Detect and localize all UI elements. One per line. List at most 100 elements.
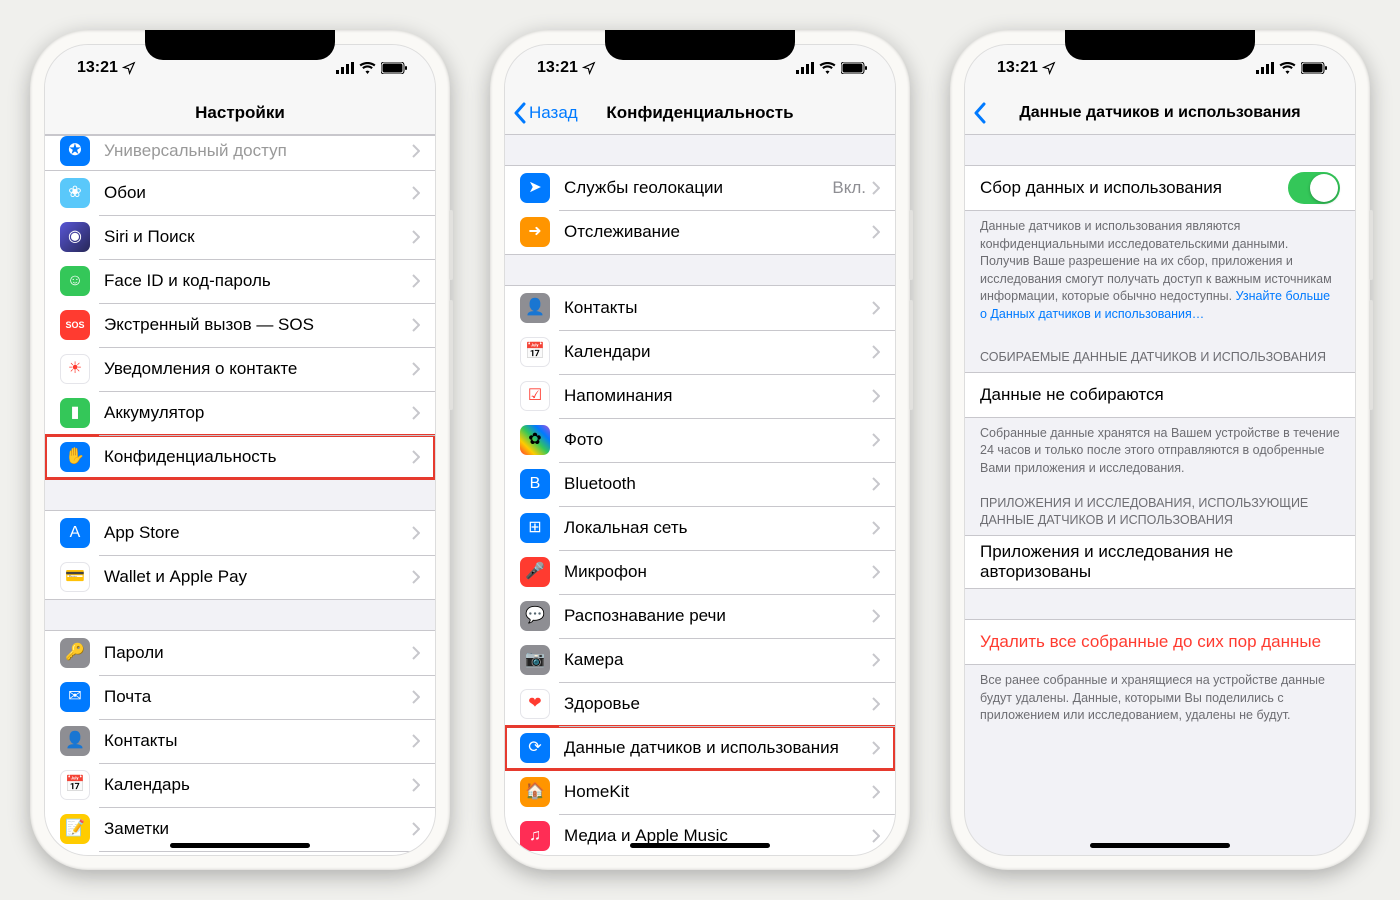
row-фото[interactable]: ✿Фото <box>505 418 895 462</box>
row-homekit[interactable]: 🏠HomeKit <box>505 770 895 814</box>
row-label: Экстренный вызов — SOS <box>104 315 412 335</box>
row-label: Bluetooth <box>564 474 872 494</box>
row-icon: 📅 <box>60 770 90 800</box>
row-медиа-и-apple-music[interactable]: ♫Медиа и Apple Music <box>505 814 895 855</box>
row-face-id-и-код-пароль[interactable]: ☺ Face ID и код-пароль <box>45 259 435 303</box>
signal-icon <box>1256 62 1274 74</box>
row-icon: ➤ <box>520 173 550 203</box>
row-siri-и-поиск[interactable]: ◉Siri и Поиск <box>45 215 435 259</box>
chevron-icon <box>412 778 420 792</box>
chevron-icon <box>872 181 880 195</box>
settings-group-1b: ❀ Обои ◉Siri и Поиск ☺ Face ID и код-пароль S… <box>45 170 435 480</box>
row-icon: 👤 <box>60 726 90 756</box>
row-icon: SOS <box>60 310 90 340</box>
wifi-icon <box>819 62 836 74</box>
row-контакты[interactable]: 👤Контакты <box>45 719 435 763</box>
row-почта[interactable]: ✉Почта <box>45 675 435 719</box>
chevron-icon <box>412 526 420 540</box>
chevron-icon <box>412 144 420 158</box>
home-indicator[interactable] <box>630 843 770 848</box>
battery-icon <box>841 62 867 74</box>
row-icon: 💳 <box>60 562 90 592</box>
chevron-icon <box>872 301 880 315</box>
row-data-collection-toggle[interactable]: Сбор данных и использования <box>965 166 1355 210</box>
chevron-icon <box>872 433 880 447</box>
privacy-group-2: 👤Контакты 📅 Календари ☑Напоминания✿ФотоBBlu… <box>505 285 895 855</box>
row-контакты[interactable]: 👤Контакты <box>505 286 895 330</box>
row-wallet-и-apple-pay[interactable]: 💳Wallet и Apple Pay <box>45 555 435 599</box>
wifi-icon <box>359 62 376 74</box>
row-icon: ✋ <box>60 442 90 472</box>
row-напоминания[interactable]: ☑Напоминания <box>505 374 895 418</box>
row-камера[interactable]: 📷Камера <box>505 638 895 682</box>
row-службы-геолокации[interactable]: ➤Службы геолокацииВкл. <box>505 166 895 210</box>
row-icon: ❀ <box>60 178 90 208</box>
row-аккумулятор[interactable]: ▮Аккумулятор <box>45 391 435 435</box>
row-label: Календарь <box>104 775 412 795</box>
status-icons <box>1256 62 1327 74</box>
row-пароли[interactable]: 🔑Пароли <box>45 631 435 675</box>
chevron-icon <box>872 653 880 667</box>
row-календарь[interactable]: 📅 Календарь <box>45 763 435 807</box>
row-здоровье[interactable]: ❤Здоровье <box>505 682 895 726</box>
back-button[interactable] <box>965 102 987 124</box>
row-календари[interactable]: 📅 Календари <box>505 330 895 374</box>
content[interactable]: Сбор данных и использования Данные датчи… <box>965 135 1355 855</box>
signal-icon <box>796 62 814 74</box>
chevron-icon <box>412 186 420 200</box>
row-экстренный-вызов-sos[interactable]: SOS Экстренный вызов — SOS <box>45 303 435 347</box>
row-микрофон[interactable]: 🎤Микрофон <box>505 550 895 594</box>
home-indicator[interactable] <box>170 843 310 848</box>
navbar: Настройки <box>45 91 435 135</box>
row-icon: 🏠 <box>520 777 550 807</box>
header-collected: СОБИРАЕМЫЕ ДАННЫЕ ДАТЧИКОВ И ИСПОЛЬЗОВАН… <box>965 331 1355 372</box>
row-отслеживание[interactable]: ➜Отслеживание <box>505 210 895 254</box>
row-обои[interactable]: ❀ Обои <box>45 171 435 215</box>
row-partial-accessibility[interactable]: ✪ Универсальный доступ <box>45 136 435 170</box>
chevron-icon <box>872 785 880 799</box>
row-icon: 📅 <box>520 337 550 367</box>
row-label: Приложения и исследования не авторизован… <box>980 542 1340 582</box>
row-app-store[interactable]: AApp Store <box>45 511 435 555</box>
row-локальная-сеть[interactable]: ⊞Локальная сеть <box>505 506 895 550</box>
notch <box>605 30 795 60</box>
row-уведомления-о-контакте[interactable]: ☀Уведомления о контакте <box>45 347 435 391</box>
chevron-left-icon <box>513 102 527 124</box>
content[interactable]: ➤Службы геолокацииВкл.➜Отслеживание 👤Кон… <box>505 135 895 855</box>
signal-icon <box>336 62 354 74</box>
row-label: Почта <box>104 687 412 707</box>
row-распознавание-речи[interactable]: 💬Распознавание речи <box>505 594 895 638</box>
settings-group-2: AApp Store💳Wallet и Apple Pay <box>45 510 435 600</box>
status-time: 13:21 <box>997 59 1038 77</box>
battery-icon <box>381 62 407 74</box>
content[interactable]: ✪ Универсальный доступ ❀ Обои ◉Siri и Поис… <box>45 135 435 855</box>
row-label: Siri и Поиск <box>104 227 412 247</box>
row-label: Календари <box>564 342 872 362</box>
chevron-icon <box>872 225 880 239</box>
row-bluetooth[interactable]: BBluetooth <box>505 462 895 506</box>
chevron-icon <box>872 697 880 711</box>
row-icon: 👤 <box>520 293 550 323</box>
home-indicator[interactable] <box>1090 843 1230 848</box>
chevron-icon <box>872 477 880 491</box>
toggle-switch-on[interactable] <box>1288 172 1340 204</box>
row-напоминания[interactable]: ☑Напоминания <box>45 851 435 855</box>
page-title: Настройки <box>45 103 435 123</box>
row-label: Face ID и код-пароль <box>104 271 412 291</box>
back-button[interactable]: Назад <box>505 102 578 124</box>
row-icon: 🎤 <box>520 557 550 587</box>
row-конфиденциальность[interactable]: ✋Конфиденциальность <box>45 435 435 479</box>
toggle-label: Сбор данных и использования <box>980 178 1288 198</box>
header-apps: ПРИЛОЖЕНИЯ И ИССЛЕДОВАНИЯ, ИСПОЛЬЗУЮЩИЕ … <box>965 485 1355 535</box>
chevron-icon <box>412 230 420 244</box>
row-данные-датчиков-и-использования[interactable]: ⟳Данные датчиков и использования <box>505 726 895 770</box>
row-label: Обои <box>104 183 412 203</box>
chevron-icon <box>412 822 420 836</box>
row-label: Локальная сеть <box>564 518 872 538</box>
row-label: Камера <box>564 650 872 670</box>
back-label: Назад <box>529 103 578 123</box>
row-icon: ☺ <box>60 266 90 296</box>
chevron-icon <box>412 362 420 376</box>
row-no-apps-authorized: Приложения и исследования не авторизован… <box>965 536 1355 588</box>
row-delete-all-data[interactable]: Удалить все собранные до сих пор данные <box>965 620 1355 664</box>
